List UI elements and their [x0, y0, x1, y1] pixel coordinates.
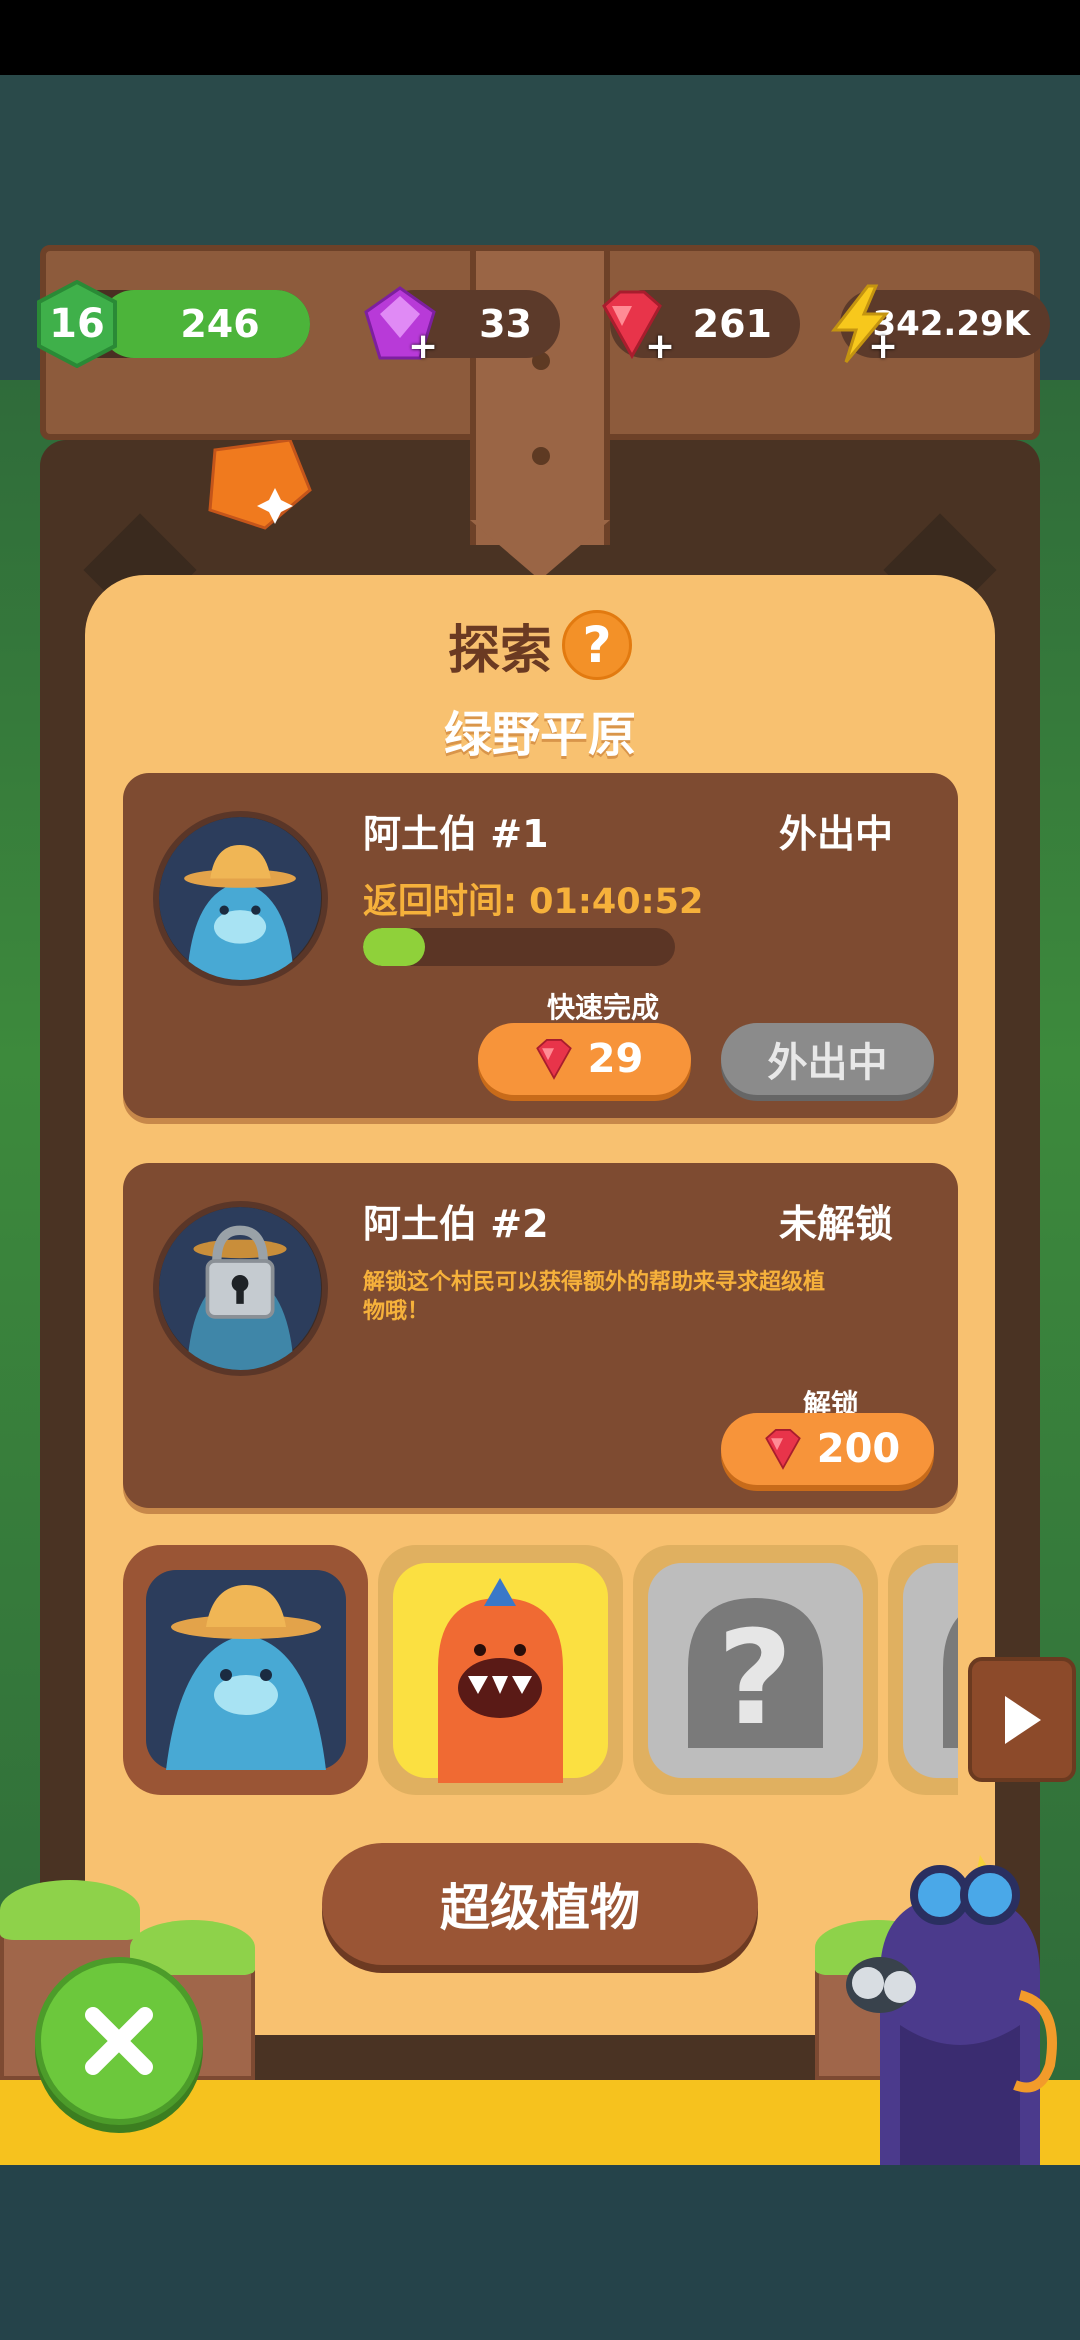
- roster-slot-locked[interactable]: [888, 1545, 958, 1795]
- purple-monster-mascot-icon: [846, 1855, 1057, 2165]
- return-time: 返回时间: 01:40:52: [363, 882, 704, 922]
- roster-slot-selected[interactable]: [123, 1545, 368, 1795]
- character-roster: ?: [123, 1545, 958, 1800]
- nail-icon: [532, 447, 550, 465]
- panel-title: 探索: [447, 620, 552, 681]
- area-name: 绿野平原: [443, 707, 636, 763]
- locked-explorer-card: 阿土伯 #2 未解锁 解锁这个村民可以获得额外的帮助来寻求超级植物哦！ 解锁 2…: [123, 1163, 958, 1508]
- level-number: 16: [49, 301, 105, 347]
- unknown-character-icon: [903, 1562, 958, 1778]
- plus-icon[interactable]: +: [645, 329, 675, 365]
- close-button[interactable]: [35, 1957, 203, 2125]
- plus-icon[interactable]: +: [868, 329, 898, 365]
- super-plants-button[interactable]: 超级植物: [322, 1843, 758, 1965]
- explorer-status: 未解锁: [778, 1202, 893, 1246]
- orange-monster-icon: [393, 1562, 608, 1783]
- panel-header: 探索 ?: [85, 605, 995, 685]
- explorer-name: 阿土伯 #1: [363, 812, 549, 856]
- blue-bear-icon: [159, 817, 322, 980]
- orange-gem-icon: [208, 440, 312, 530]
- status-bar: [0, 0, 1080, 75]
- xp-value: 246: [180, 302, 260, 346]
- board-strap-tip: [470, 520, 610, 580]
- unknown-symbol: ?: [717, 1602, 792, 1754]
- unknown-character-icon: ?: [648, 1562, 863, 1778]
- explorer-avatar: [153, 1201, 328, 1376]
- red-gem-icon: [535, 1039, 572, 1080]
- play-arrow-icon: [1005, 1695, 1041, 1744]
- quick-finish-label: 快速完成: [546, 991, 659, 1024]
- unlock-cost: 200: [816, 1426, 901, 1472]
- away-status-button[interactable]: 外出中: [721, 1023, 934, 1095]
- blue-bear-icon: [145, 1570, 346, 1770]
- quick-finish-button[interactable]: 29: [478, 1023, 691, 1095]
- red-gem-icon: [764, 1429, 801, 1470]
- roster-next-button[interactable]: [968, 1657, 1076, 1782]
- roster-slot-locked[interactable]: ?: [633, 1545, 878, 1795]
- red-gem-value: 261: [692, 302, 772, 346]
- locked-bear-icon: [159, 1207, 322, 1370]
- explorer-status: 外出中: [778, 812, 893, 856]
- unlock-description: 解锁这个村民可以获得额外的帮助来寻求超级植物哦！: [363, 1270, 826, 1324]
- unlock-button[interactable]: 200: [721, 1413, 934, 1485]
- roster-slot[interactable]: [378, 1545, 623, 1795]
- explore-progress-bar: [363, 928, 675, 966]
- help-button[interactable]: ?: [562, 610, 632, 680]
- purple-gem-value: 33: [479, 302, 532, 346]
- bush-decoration: [0, 1880, 140, 1940]
- explorer-avatar: [153, 811, 328, 986]
- explore-progress-fill: [363, 928, 426, 966]
- explorer-name: 阿土伯 #2: [363, 1202, 549, 1246]
- quick-finish-cost: 29: [587, 1036, 644, 1082]
- explorer-card: 阿土伯 #1 外出中 返回时间: 01:40:52 快速完成 29 外出中: [123, 773, 958, 1118]
- close-icon: [85, 2007, 153, 2075]
- plus-icon[interactable]: +: [408, 329, 438, 365]
- bottom-background: [0, 2165, 1080, 2340]
